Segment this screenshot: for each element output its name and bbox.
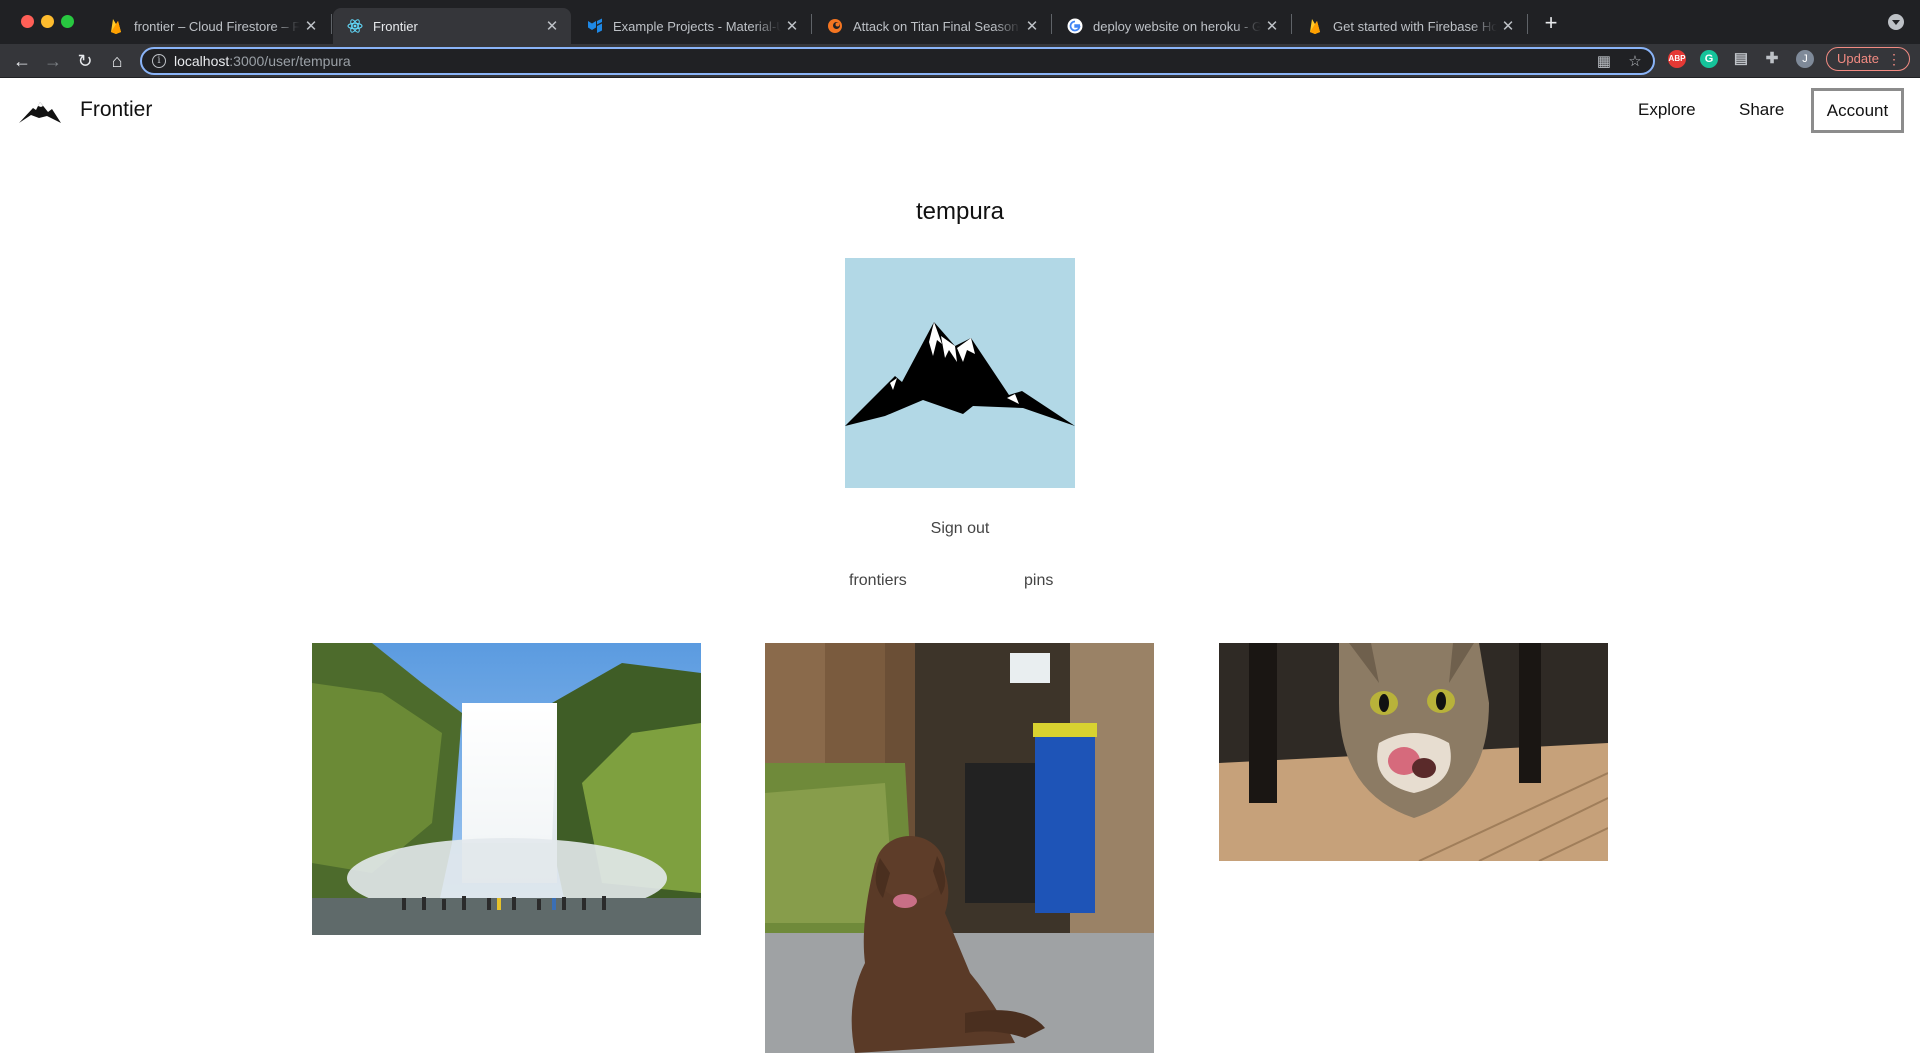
close-icon[interactable]: ✕ (1261, 17, 1283, 35)
firebase-icon (1310, 19, 1320, 34)
browser-tab-title: Attack on Titan Final Season Ep (853, 18, 1021, 34)
minimize-window-button[interactable] (41, 15, 54, 28)
profile-username: tempura (915, 198, 1005, 225)
nav-explore-link[interactable]: Explore (1638, 100, 1696, 120)
profile-avatar-image (845, 258, 1075, 488)
gallery-photo-waterfall[interactable] (312, 643, 701, 935)
material-ui-icon (588, 18, 602, 33)
bookmark-star-icon[interactable]: ☆ (1626, 53, 1644, 71)
adblock-icon[interactable]: ABP (1668, 50, 1686, 68)
browser-tab-title: Get started with Firebase Host (1333, 18, 1497, 34)
update-label: Update (1837, 51, 1879, 66)
react-icon (347, 19, 363, 33)
new-tab-button[interactable]: + (1538, 10, 1564, 36)
browser-tab[interactable]: Example Projects - Material-UI ✕ (573, 8, 811, 44)
browser-tab-title: Example Projects - Material-UI (613, 18, 781, 34)
browser-tab-bar: frontier – Cloud Firestore – Fire ✕ Fron… (0, 0, 1920, 44)
document-icon[interactable]: ▤ (1732, 50, 1750, 68)
close-icon[interactable]: ✕ (781, 17, 803, 35)
close-window-button[interactable] (21, 15, 34, 28)
mountain-avatar-icon (845, 322, 1075, 426)
sign-out-link: Sign out (0, 520, 1920, 538)
extensions-puzzle-icon[interactable]: ✚ (1763, 50, 1781, 68)
mountain-logo-icon[interactable] (19, 98, 61, 124)
update-button[interactable]: Update ⋮ (1826, 47, 1910, 71)
firebase-icon (111, 19, 121, 34)
close-icon[interactable]: ✕ (1497, 17, 1519, 35)
account-button[interactable]: Account (1811, 88, 1904, 133)
close-icon[interactable]: ✕ (541, 17, 563, 35)
gallery-photo-cat[interactable] (1219, 643, 1608, 861)
url-path: :3000/user/tempura (229, 53, 351, 69)
browser-tab[interactable]: Attack on Titan Final Season Ep ✕ (813, 8, 1051, 44)
sign-out-label[interactable]: Sign out (931, 520, 990, 537)
maximize-window-button[interactable] (61, 15, 74, 28)
address-bar[interactable]: i localhost:3000/user/tempura ▦ ☆ (140, 47, 1655, 75)
more-vert-icon: ⋮ (1887, 51, 1901, 67)
url-host: localhost (174, 53, 230, 69)
gallery-photo-dog[interactable] (765, 643, 1154, 1053)
brand-name[interactable]: Frontier (80, 98, 152, 122)
tab-search-icon[interactable] (1888, 14, 1904, 30)
qr-code-icon[interactable]: ▦ (1595, 53, 1613, 71)
browser-toolbar: ← → ↻ ⌂ i localhost:3000/user/tempura ▦ … (0, 44, 1920, 78)
site-info-icon[interactable]: i (152, 54, 166, 68)
browser-tab-title: Frontier (373, 18, 418, 34)
nav-share-link[interactable]: Share (1739, 100, 1784, 120)
tab-pins[interactable]: pins (1024, 572, 1053, 590)
google-icon (1067, 18, 1083, 34)
url-text[interactable]: localhost:3000/user/tempura (174, 53, 351, 69)
forward-icon[interactable]: → (41, 49, 65, 73)
grammarly-icon[interactable]: G (1700, 50, 1718, 68)
profile-avatar[interactable]: J (1796, 50, 1814, 68)
page-content: Frontier Explore Share Account tempura S… (0, 78, 1920, 1053)
reload-icon[interactable]: ↻ (73, 49, 97, 73)
browser-tab-active[interactable]: Frontier ✕ (333, 8, 571, 44)
close-icon[interactable]: ✕ (300, 17, 322, 35)
close-icon[interactable]: ✕ (1021, 17, 1043, 35)
back-icon[interactable]: ← (10, 49, 34, 73)
browser-tab-title: deploy website on heroku - Go (1093, 18, 1261, 34)
browser-tab[interactable]: frontier – Cloud Firestore – Fire ✕ (94, 8, 330, 44)
browser-tab-title: frontier – Cloud Firestore – Fire (134, 18, 300, 34)
home-icon[interactable]: ⌂ (105, 49, 129, 73)
tab-frontiers[interactable]: frontiers (849, 572, 907, 590)
browser-tab[interactable]: deploy website on heroku - Go ✕ (1053, 8, 1291, 44)
browser-tab[interactable]: Get started with Firebase Host ✕ (1293, 8, 1527, 44)
crunchyroll-icon (828, 19, 842, 33)
